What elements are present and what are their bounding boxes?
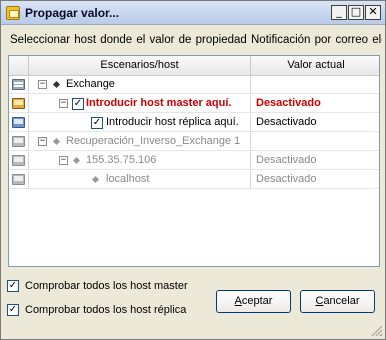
header-scenarios-host[interactable]: Escenarios/host (29, 56, 251, 76)
row-value: Desactivado (256, 97, 321, 109)
minimize-icon: _ (336, 5, 342, 18)
close-button[interactable]: ✕ (365, 5, 381, 20)
row-icon-cell (9, 133, 29, 151)
node-icon (52, 80, 61, 89)
row-value: Desactivado (256, 116, 317, 128)
resize-grip-icon[interactable] (370, 324, 382, 336)
collapse-icon[interactable]: − (38, 80, 47, 89)
replica-server-icon (12, 117, 25, 128)
collapse-icon[interactable]: − (59, 99, 68, 108)
minimize-button[interactable]: _ (331, 5, 347, 20)
collapse-icon[interactable]: − (59, 156, 68, 165)
row-icon-cell (9, 152, 29, 170)
host-grid: Escenarios/host Valor actual − Exchange … (8, 55, 380, 267)
row-name-cell[interactable]: − Recuperación_Inverso_Exchange 1 (29, 133, 251, 151)
row-icon-cell (9, 114, 29, 132)
maximize-button[interactable]: □ (348, 5, 364, 20)
cancel-button[interactable]: Cancelar (300, 290, 375, 313)
server-icon (12, 155, 25, 166)
header-current-value[interactable]: Valor actual (251, 56, 379, 76)
row-name-cell[interactable]: localhost (29, 171, 251, 189)
maximize-icon: □ (350, 5, 362, 18)
grid-icon (12, 79, 25, 90)
row-name: localhost (106, 173, 150, 185)
close-icon: ✕ (368, 5, 378, 18)
grid-icon (12, 136, 25, 147)
propagate-value-dialog: Propagar valor... _ □ ✕ Seleccionar host… (0, 0, 386, 340)
cancel-label: ancelar (323, 295, 360, 307)
row-name: Introducir host master aquí. (86, 97, 232, 109)
instruction-text: Seleccionar host donde el valor de propi… (10, 34, 382, 46)
row-name-cell[interactable]: − ✓ Introducir host master aquí. (29, 95, 251, 113)
row-value (251, 76, 379, 94)
row-name: Exchange (66, 78, 115, 90)
title-bar[interactable]: Propagar valor... _ □ ✕ (1, 1, 385, 25)
row-name-cell[interactable]: − 155.35.75.106 (29, 152, 251, 170)
row-name-cell[interactable]: ✓ Introducir host réplica aquí. (29, 114, 251, 132)
check-all-replica-checkbox[interactable]: ✓ (7, 304, 19, 316)
row-value: Desactivado (256, 173, 317, 185)
window-title: Propagar valor... (25, 6, 120, 20)
check-all-master-checkbox[interactable]: ✓ (7, 280, 19, 292)
row-name: 155.35.75.106 (86, 154, 157, 166)
accept-mnemonic: A (234, 295, 242, 307)
row-icon-cell (9, 171, 29, 189)
check-all-master-label[interactable]: Comprobar todos los host master (25, 280, 188, 292)
accept-button[interactable]: Aceptar (216, 290, 291, 313)
table-row[interactable]: − 155.35.75.106 Desactivado (9, 152, 379, 170)
accept-label: ceptar (241, 295, 273, 307)
row-name: Recuperación_Inverso_Exchange 1 (66, 135, 241, 147)
table-row[interactable]: − ✓ Introducir host master aquí. Desacti… (9, 95, 379, 113)
row-name: Introducir host réplica aquí. (106, 116, 239, 128)
node-icon (52, 137, 61, 146)
row-name-cell[interactable]: − Exchange (29, 76, 251, 94)
host-checkbox[interactable]: ✓ (72, 98, 84, 110)
table-row[interactable]: − Recuperación_Inverso_Exchange 1 (9, 133, 379, 151)
header-icon-column (9, 56, 29, 76)
grid-header: Escenarios/host Valor actual (9, 56, 379, 76)
table-row[interactable]: localhost Desactivado (9, 171, 379, 189)
row-icon-cell (9, 95, 29, 113)
node-icon (72, 156, 81, 165)
collapse-icon[interactable]: − (38, 137, 47, 146)
check-all-replica-label[interactable]: Comprobar todos los host réplica (25, 304, 186, 316)
host-checkbox[interactable]: ✓ (91, 117, 103, 129)
row-value: Desactivado (256, 154, 317, 166)
app-icon (6, 6, 20, 20)
master-server-icon (12, 98, 25, 109)
server-icon (12, 174, 25, 185)
table-row[interactable]: − Exchange (9, 76, 379, 94)
row-value (251, 133, 379, 151)
table-row[interactable]: ✓ Introducir host réplica aquí. Desactiv… (9, 114, 379, 132)
row-icon-cell (9, 76, 29, 94)
node-icon (91, 175, 100, 184)
